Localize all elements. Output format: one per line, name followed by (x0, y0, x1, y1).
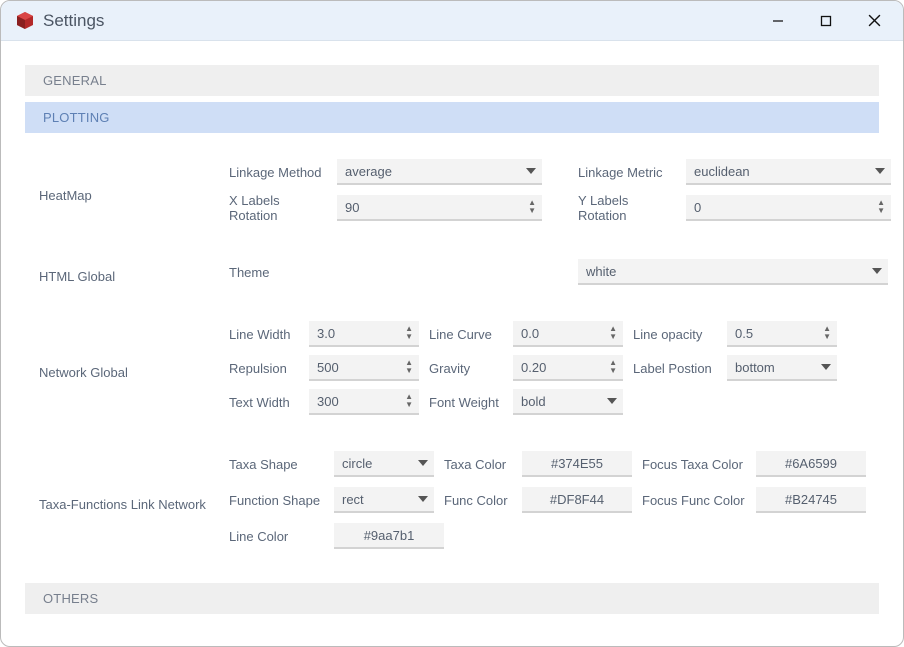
label-position-label: Label Postion (633, 361, 717, 376)
line-width-spinner[interactable]: 3.0 ▲▼ (309, 321, 419, 347)
linkage-method-select[interactable]: average (337, 159, 542, 185)
spinner-arrows-icon[interactable]: ▲▼ (609, 355, 617, 379)
chevron-down-icon (607, 389, 617, 413)
taxa-shape-label: Taxa Shape (229, 457, 324, 472)
chevron-down-icon (418, 451, 428, 475)
chevron-down-icon (875, 159, 885, 183)
network-global-label: Network Global (39, 365, 229, 380)
line-color-label: Line Color (229, 529, 324, 544)
app-icon (15, 11, 35, 31)
link-network-label: Taxa-Functions Link Network (39, 497, 229, 512)
focus-func-color-label: Focus Func Color (642, 493, 746, 508)
section-general[interactable]: GENERAL (25, 65, 879, 96)
x-rotation-spinner[interactable]: 90 ▲▼ (337, 195, 542, 221)
focus-taxa-color-label: Focus Taxa Color (642, 457, 746, 472)
theme-select[interactable]: white (578, 259, 888, 285)
repulsion-spinner[interactable]: 500 ▲▼ (309, 355, 419, 381)
linkage-method-label: Linkage Method (229, 165, 327, 180)
line-opacity-spinner[interactable]: 0.5 ▲▼ (727, 321, 837, 347)
linkage-metric-select[interactable]: euclidean (686, 159, 891, 185)
line-curve-spinner[interactable]: 0.0 ▲▼ (513, 321, 623, 347)
gravity-label: Gravity (429, 361, 503, 376)
window-controls (755, 6, 897, 36)
network-global-group: Network Global Line Width 3.0 ▲▼ Line Cu… (39, 321, 871, 423)
section-others[interactable]: OTHERS (25, 583, 879, 614)
spinner-arrows-icon[interactable]: ▲▼ (609, 321, 617, 345)
spinner-arrows-icon[interactable]: ▲▼ (823, 321, 831, 345)
taxa-color-input[interactable]: #374E55 (522, 451, 632, 477)
text-width-spinner[interactable]: 300 ▲▼ (309, 389, 419, 415)
html-global-group: HTML Global Theme white (39, 259, 871, 293)
theme-label: Theme (229, 265, 327, 280)
heatmap-label: HeatMap (39, 188, 229, 203)
html-global-label: HTML Global (39, 269, 229, 284)
close-button[interactable] (851, 6, 897, 36)
settings-window: Settings GENERAL PLOTTING HeatMap Linkag… (0, 0, 904, 647)
function-shape-label: Function Shape (229, 493, 324, 508)
spinner-arrows-icon[interactable]: ▲▼ (405, 389, 413, 413)
focus-taxa-color-input[interactable]: #6A6599 (756, 451, 866, 477)
y-rotation-label: Y Labels Rotation (578, 193, 676, 223)
content-area: GENERAL PLOTTING HeatMap Linkage Method … (1, 41, 903, 646)
chevron-down-icon (821, 355, 831, 379)
taxa-color-label: Taxa Color (444, 457, 512, 472)
x-rotation-label: X Labels Rotation (229, 193, 327, 223)
font-weight-label: Font Weight (429, 395, 503, 410)
line-opacity-label: Line opacity (633, 327, 717, 342)
font-weight-select[interactable]: bold (513, 389, 623, 415)
gravity-spinner[interactable]: 0.20 ▲▼ (513, 355, 623, 381)
maximize-button[interactable] (803, 6, 849, 36)
heatmap-group: HeatMap Linkage Method average Linkage M… (39, 159, 871, 231)
taxa-shape-select[interactable]: circle (334, 451, 434, 477)
plotting-body: HeatMap Linkage Method average Linkage M… (25, 139, 879, 571)
line-curve-label: Line Curve (429, 327, 503, 342)
chevron-down-icon (526, 159, 536, 183)
repulsion-label: Repulsion (229, 361, 299, 376)
spinner-arrows-icon[interactable]: ▲▼ (528, 195, 536, 219)
text-width-label: Text Width (229, 395, 299, 410)
func-color-label: Func Color (444, 493, 512, 508)
focus-func-color-input[interactable]: #B24745 (756, 487, 866, 513)
titlebar: Settings (1, 1, 903, 41)
chevron-down-icon (872, 259, 882, 283)
line-color-input[interactable]: #9aa7b1 (334, 523, 444, 549)
function-shape-select[interactable]: rect (334, 487, 434, 513)
minimize-button[interactable] (755, 6, 801, 36)
line-width-label: Line Width (229, 327, 299, 342)
spinner-arrows-icon[interactable]: ▲▼ (405, 321, 413, 345)
section-plotting[interactable]: PLOTTING (25, 102, 879, 133)
chevron-down-icon (418, 487, 428, 511)
spinner-arrows-icon[interactable]: ▲▼ (877, 195, 885, 219)
y-rotation-spinner[interactable]: 0 ▲▼ (686, 195, 891, 221)
window-title: Settings (43, 11, 755, 31)
linkage-metric-label: Linkage Metric (578, 165, 676, 180)
spinner-arrows-icon[interactable]: ▲▼ (405, 355, 413, 379)
label-position-select[interactable]: bottom (727, 355, 837, 381)
func-color-input[interactable]: #DF8F44 (522, 487, 632, 513)
link-network-group: Taxa-Functions Link Network Taxa Shape c… (39, 451, 871, 557)
